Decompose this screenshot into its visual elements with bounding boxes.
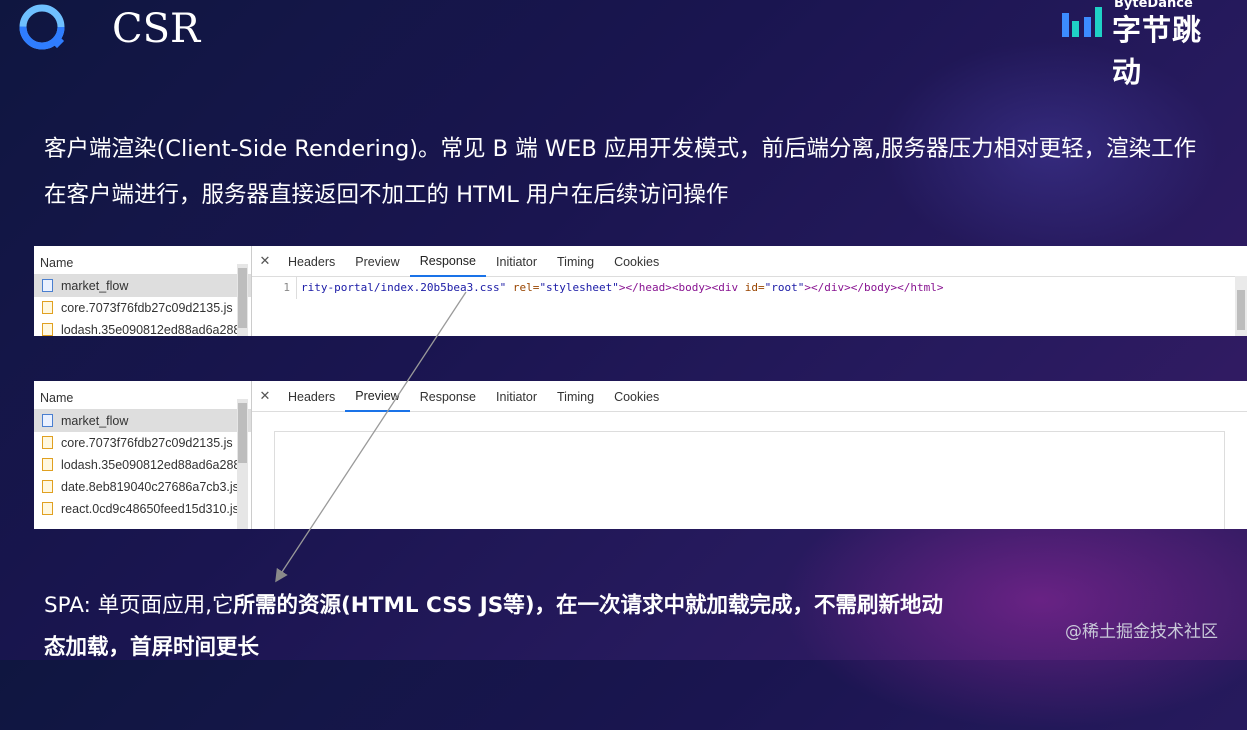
course-logo-icon [19, 4, 65, 50]
tab-response[interactable]: Response [410, 381, 486, 411]
intro-paragraph: 客户端渲染(Client-Side Rendering)。常见 B 端 WEB … [44, 136, 1197, 208]
detail-pane: ✕ Headers Preview Response Initiator Tim… [252, 381, 1247, 529]
request-row[interactable]: market_flow [34, 275, 251, 297]
tab-initiator[interactable]: Initiator [486, 381, 547, 411]
request-list: Name market_flow core.7073f76fdb27c09d21… [34, 381, 252, 529]
close-icon[interactable]: ✕ [252, 253, 278, 269]
tab-response[interactable]: Response [409, 246, 487, 277]
response-code-line: 1 rity-portal/index.20b5bea3.css" rel="st… [252, 277, 1247, 299]
devtools-network-panel-preview: Name market_flow core.7073f76fdb27c09d21… [34, 381, 1247, 529]
detail-tabs: ✕ Headers Preview Response Initiator Tim… [252, 381, 1247, 412]
close-icon[interactable]: ✕ [252, 388, 278, 404]
request-row[interactable]: lodash.35e090812ed88ad6a288 [34, 454, 251, 476]
preview-blank-area [274, 431, 1225, 529]
response-scrollbar[interactable] [1235, 276, 1247, 336]
request-row[interactable]: core.7073f76fdb27c09d2135.js [34, 297, 251, 319]
request-row[interactable]: date.8eb819040c27686a7cb3.js [34, 476, 251, 498]
request-row[interactable]: lodash.35e090812ed88ad6a288 [34, 319, 251, 336]
tab-preview[interactable]: Preview [345, 246, 409, 276]
document-icon [42, 414, 53, 427]
bytedance-mark-icon [1062, 7, 1102, 37]
tab-cookies[interactable]: Cookies [604, 246, 669, 276]
request-list-scrollbar[interactable] [237, 399, 248, 529]
script-file-icon [42, 502, 53, 515]
script-file-icon [42, 458, 53, 471]
detail-tabs: ✕ Headers Preview Response Initiator Tim… [252, 246, 1247, 277]
tab-headers[interactable]: Headers [278, 381, 345, 411]
bytedance-cn-label: 字节跳动 [1112, 13, 1203, 89]
request-list-scrollbar[interactable] [237, 264, 248, 336]
name-column-header[interactable]: Name [34, 381, 251, 410]
devtools-network-panel-response: Name market_flow core.7073f76fdb27c09d21… [34, 246, 1247, 336]
document-icon [42, 279, 53, 292]
request-row[interactable]: market_flow [34, 410, 251, 432]
tab-headers[interactable]: Headers [278, 246, 345, 276]
script-file-icon [42, 323, 53, 336]
spa-paragraph: SPA: 单页面应用,它所需的资源(HTML CSS JS等)，在一次请求中就加… [44, 593, 944, 660]
juejin-watermark: @稀土掘金技术社区 [1065, 622, 1218, 642]
tab-timing[interactable]: Timing [547, 381, 604, 411]
tab-preview[interactable]: Preview [345, 381, 410, 412]
detail-pane: ✕ Headers Preview Response Initiator Tim… [252, 246, 1247, 336]
tab-cookies[interactable]: Cookies [604, 381, 669, 411]
tab-timing[interactable]: Timing [547, 246, 604, 276]
name-column-header[interactable]: Name [34, 246, 251, 275]
tab-initiator[interactable]: Initiator [486, 246, 547, 276]
bytedance-logo: ByteDance 字节跳动 [1060, 0, 1230, 89]
script-file-icon [42, 301, 53, 314]
request-list: Name market_flow core.7073f76fdb27c09d21… [34, 246, 252, 336]
slide-title: CSR [112, 6, 201, 52]
request-row[interactable]: react.0cd9c48650feed15d310.js [34, 498, 251, 520]
script-file-icon [42, 436, 53, 449]
line-number: 1 [252, 277, 297, 299]
script-file-icon [42, 480, 53, 493]
request-row[interactable]: core.7073f76fdb27c09d2135.js [34, 432, 251, 454]
